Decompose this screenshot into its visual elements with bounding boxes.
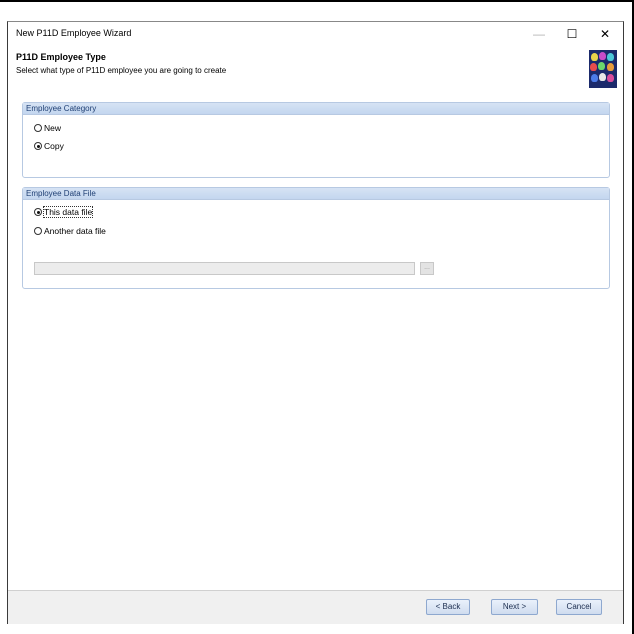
- person-figure-icon: [599, 52, 606, 60]
- radio-this-data-file-circle[interactable]: [34, 208, 42, 216]
- outer-frame-top: [0, 0, 634, 2]
- radio-new-circle[interactable]: [34, 124, 42, 132]
- radio-another-data-file-label: Another data file: [44, 226, 106, 236]
- wizard-footer: < Back Next > Cancel: [8, 591, 623, 624]
- wizard-header: P11D Employee Type Select what type of P…: [16, 49, 617, 88]
- employee-data-file-group: Employee Data File This data file Anothe…: [22, 187, 610, 289]
- cancel-button[interactable]: Cancel: [556, 599, 602, 615]
- radio-copy-circle[interactable]: [34, 142, 42, 150]
- radio-new-label: New: [44, 123, 62, 133]
- next-button[interactable]: Next >: [491, 599, 538, 615]
- person-figure-icon: [607, 74, 614, 82]
- close-button[interactable]: ✕: [591, 22, 619, 46]
- person-figure-icon: [607, 63, 614, 71]
- window-title: New P11D Employee Wizard: [16, 28, 132, 38]
- radio-copy-label: Copy: [44, 141, 64, 151]
- employee-category-header: Employee Category: [23, 103, 609, 115]
- radio-this-data-file-label: This data file: [42, 206, 94, 218]
- person-figure-icon: [599, 73, 606, 81]
- page-title: P11D Employee Type: [16, 52, 106, 62]
- maximize-button[interactable]: ☐: [558, 22, 586, 46]
- wizard-window: New P11D Employee Wizard — ☐ ✕ P11D Empl…: [7, 21, 624, 624]
- people-group-icon: [589, 50, 617, 88]
- radio-copy[interactable]: Copy: [34, 140, 64, 152]
- page-subtitle: Select what type of P11D employee you ar…: [16, 66, 227, 75]
- person-figure-icon: [598, 62, 605, 70]
- person-figure-icon: [591, 53, 598, 61]
- employee-category-group: Employee Category New Copy: [22, 102, 610, 178]
- browse-button[interactable]: ...: [420, 262, 434, 275]
- minimize-button[interactable]: —: [525, 22, 553, 46]
- employee-data-file-header: Employee Data File: [23, 188, 609, 200]
- back-button[interactable]: < Back: [426, 599, 470, 615]
- person-figure-icon: [607, 53, 614, 61]
- radio-new[interactable]: New: [34, 122, 61, 134]
- title-bar[interactable]: New P11D Employee Wizard — ☐ ✕: [8, 22, 623, 46]
- person-figure-icon: [590, 63, 597, 71]
- radio-this-data-file[interactable]: This data file: [34, 206, 94, 218]
- radio-another-data-file[interactable]: Another data file: [34, 225, 106, 237]
- person-figure-icon: [591, 74, 598, 82]
- radio-another-data-file-circle[interactable]: [34, 227, 42, 235]
- data-file-path-input[interactable]: [34, 262, 415, 275]
